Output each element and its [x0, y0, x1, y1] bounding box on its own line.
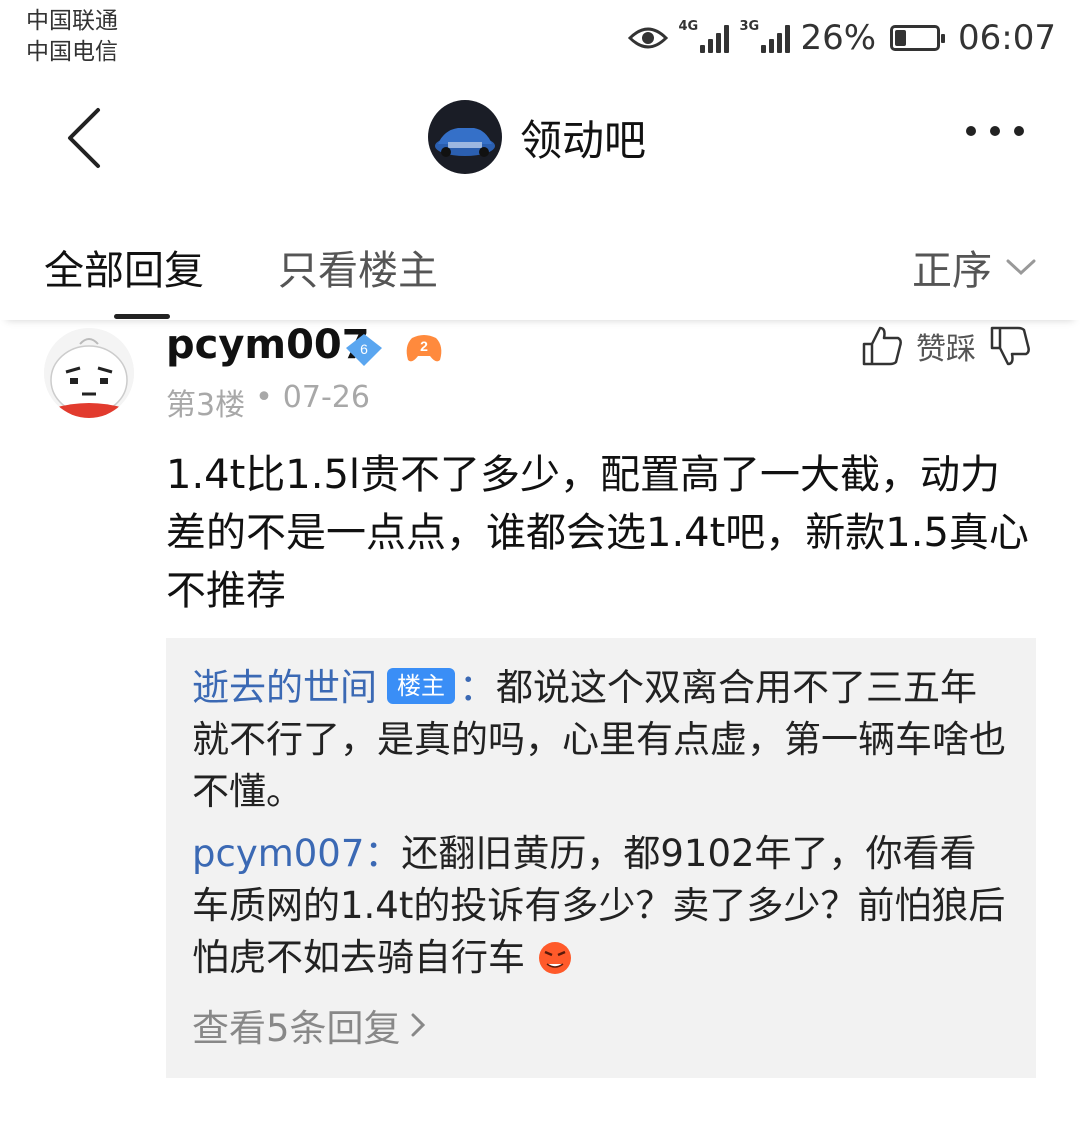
sub-replies-box[interactable]: 逝去的世间 楼主 ：都说这个双离合用不了三五年就不行了，是真的吗，心里有点虚，第一辆… [166, 638, 1036, 1078]
post-content: 1.4t比1.5l贵不了多少，配置高了一大截，动力差的不是一点点，谁都会选1.4… [166, 452, 1029, 614]
status-icons: 4G 3G 26% 06:07 [628, 14, 1056, 62]
sub-reply[interactable]: pcym007：还翻旧黄历，都9102年了，你看看车质网的1.4t的投诉有多少？… [192, 828, 1010, 984]
battery-percent: 26% [800, 18, 877, 58]
more-options-icon[interactable] [966, 126, 1024, 136]
floor-number: 第3楼 [166, 388, 246, 423]
vote-label: 赞踩 [916, 332, 976, 367]
chevron-right-icon [411, 1013, 425, 1037]
clock: 06:07 [958, 18, 1056, 58]
angry-face-emoji-icon [538, 942, 571, 974]
tab-all-replies[interactable]: 全部回复 [44, 238, 204, 296]
carrier-2: 中国电信 [26, 39, 118, 65]
level-number: 6 [360, 341, 368, 357]
thumbs-up-icon[interactable] [860, 324, 904, 368]
post-meta: 第3楼 • 07-26 [166, 380, 370, 424]
carrier-info: 中国联通 中国电信 [26, 6, 118, 68]
game-badge-number: 2 [420, 338, 428, 354]
meta-separator: • [255, 380, 273, 415]
chevron-down-icon [1006, 259, 1036, 276]
view-more-replies-link[interactable]: 查看5条回复 [192, 998, 1010, 1052]
back-icon[interactable] [56, 106, 116, 170]
vote-control: 赞踩 [860, 324, 1032, 368]
avatar[interactable] [44, 328, 134, 418]
sort-button[interactable]: 正序 [912, 238, 1036, 296]
eye-comfort-icon [628, 27, 669, 49]
post-username[interactable]: pcym007 [166, 322, 370, 368]
battery-fill [895, 30, 907, 46]
title-bar: 领动吧 [0, 80, 1080, 200]
tab-only-op[interactable]: 只看楼主 [278, 238, 438, 296]
sub-reply-author[interactable]: 逝去的世间 [192, 666, 377, 709]
post-date: 07-26 [282, 380, 370, 415]
sub-reply[interactable]: 逝去的世间 楼主 ：都说这个双离合用不了三五年就不行了，是真的吗，心里有点虚，第一辆… [192, 662, 1010, 818]
sort-label: 正序 [912, 248, 992, 294]
sub-reply-colon: ： [459, 666, 496, 709]
gamepad-badge-icon: 2 [406, 335, 442, 362]
thumbs-down-icon[interactable] [988, 324, 1032, 368]
sub-reply-author[interactable]: pcym007 [192, 832, 364, 875]
signal-4g-icon: 4G [678, 19, 730, 53]
view-more-label: 查看5条回复 [192, 1007, 401, 1050]
signal-3g-icon: 3G [739, 19, 791, 53]
reply-tabs: 全部回复 只看楼主 正序 [0, 200, 1080, 320]
carrier-1: 中国联通 [26, 8, 118, 34]
forum-title: 领动吧 [520, 115, 647, 165]
tab-indicator [114, 314, 170, 319]
sub-reply-colon: ： [364, 832, 402, 875]
owner-tag: 楼主 [387, 668, 455, 704]
forum-header[interactable]: 领动吧 [428, 100, 646, 174]
level-badge-icon: 6 [346, 334, 382, 366]
battery-icon [890, 25, 946, 51]
status-bar: 中国联通 中国电信 4G 3G 26% 06:07 [0, 0, 1080, 80]
forum-avatar [428, 100, 502, 174]
